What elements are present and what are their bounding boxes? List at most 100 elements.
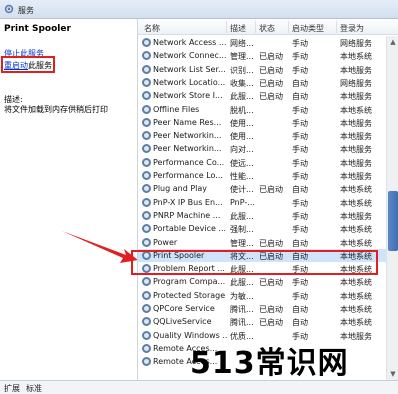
service-startup-type: 手动 (292, 52, 308, 62)
service-name: Protected Storage (153, 290, 226, 300)
service-name: QQLiveService (153, 317, 212, 327)
service-logon: 本地系统 (340, 238, 372, 248)
service-name: Portable Device ... (153, 224, 227, 234)
service-row[interactable]: Portable Device ... 强制... 手动 本地系统 (138, 222, 386, 235)
vertical-scrollbar[interactable]: ▲ ▼ (386, 36, 398, 380)
service-row[interactable]: Performance Co... 使远... 手动 本地服务 (138, 156, 386, 169)
service-description: 腾讯... (230, 305, 254, 314)
service-row[interactable]: Network Access ... 网络... 手动 网络服务 (138, 36, 386, 49)
tab-extended[interactable]: 扩展 (4, 383, 20, 394)
scroll-up-icon[interactable]: ▲ (387, 36, 398, 48)
restart-link-text[interactable]: 重启动 (4, 61, 28, 70)
service-row[interactable]: Plug and Play 使计... 已启动 自动 本地系统 (138, 182, 386, 195)
print-spooler-highlight (131, 250, 378, 275)
service-logon: 本地服务 (340, 118, 372, 128)
service-name: Peer Networkin... (153, 144, 222, 154)
service-gear-icon (142, 131, 151, 141)
service-row[interactable]: Network Store I... 此服... 已启动 自动 本地服务 (138, 89, 386, 102)
service-logon: 本地系统 (340, 225, 372, 235)
window-title: 服务 (18, 6, 34, 15)
service-gear-icon (142, 210, 151, 220)
service-name: Performance Lo... (153, 171, 223, 180)
service-gear-icon (142, 343, 151, 353)
service-name: Peer Networkin... (153, 131, 222, 141)
column-logon-as[interactable]: 登录为 (340, 23, 364, 34)
service-gear-icon (142, 91, 151, 101)
service-row[interactable]: Peer Networkin... 使用... 手动 本地服务 (138, 129, 386, 142)
service-logon: 本地系统 (340, 185, 372, 195)
service-gear-icon (142, 51, 151, 61)
service-row[interactable]: QQLiveService 腾讯... 已启动 自动 本地系统 (138, 315, 386, 328)
service-name: Offline Files (153, 104, 200, 114)
column-startup-type[interactable]: 启动类型 (292, 23, 324, 34)
scroll-down-icon[interactable]: ▼ (387, 368, 398, 380)
service-description: 强制... (230, 225, 254, 235)
service-gear-icon (142, 104, 151, 114)
service-row[interactable]: Protected Storage 为敏... 手动 本地系统 (138, 289, 386, 302)
service-description: 为敏... (230, 291, 254, 301)
service-row[interactable]: PnP-X IP Bus En... PnP-... 手动 本地系统 (138, 196, 386, 209)
service-row[interactable]: Performance Lo... 性能... 手动 本地服务 (138, 169, 386, 182)
service-description: 管理... (230, 52, 254, 62)
service-status: 已启动 (259, 52, 283, 62)
service-description: 此服... (230, 92, 254, 102)
red-arrow-annotation (62, 231, 138, 263)
column-description[interactable]: 描述 (230, 23, 246, 34)
service-row[interactable]: Power 管理... 已启动 自动 本地系统 (138, 236, 386, 249)
service-name: Program Compa... (153, 277, 226, 287)
service-row[interactable]: Network List Ser... 识别... 已启动 手动 本地服务 (138, 63, 386, 76)
service-status: 已启动 (259, 305, 283, 314)
column-status[interactable]: 状态 (259, 23, 275, 34)
service-startup-type: 手动 (292, 291, 308, 301)
service-detail-pane: Print Spooler 停止此服务 重启动此服务 描述: 将文件加载到内存供… (0, 19, 137, 380)
service-startup-type: 自动 (292, 92, 308, 102)
service-gear-icon (142, 237, 151, 247)
service-logon: 本地服务 (340, 158, 372, 168)
restart-service-link[interactable]: 重启动此服务 (4, 60, 52, 71)
service-logon: 本地系统 (340, 52, 372, 62)
service-status: 已启动 (259, 278, 283, 288)
service-logon: 本地服务 (340, 211, 372, 221)
service-status: 已启动 (259, 238, 283, 248)
service-startup-type: 自动 (292, 78, 308, 88)
service-row[interactable]: Peer Name Res... 使用... 手动 本地服务 (138, 116, 386, 129)
service-logon: 网络服务 (340, 39, 372, 48)
service-name: Network Store I... (153, 91, 223, 101)
service-row[interactable]: Peer Networkin... 向对... 手动 本地服务 (138, 142, 386, 155)
services-icon (4, 4, 14, 14)
service-description: 向对... (230, 145, 254, 155)
tab-standard[interactable]: 标准 (26, 383, 42, 394)
service-gear-icon (142, 317, 151, 327)
column-name[interactable]: 名称 (144, 23, 160, 34)
service-startup-type: 手动 (292, 278, 308, 288)
description-text: 将文件加载到内存供稍后打印 (4, 105, 108, 114)
service-startup-type: 自动 (292, 318, 308, 328)
service-description: 收集... (230, 78, 254, 88)
watermark: 513常识网 (190, 346, 349, 381)
service-gear-icon (142, 304, 151, 313)
service-startup-type: 手动 (292, 105, 308, 115)
service-name: Network List Ser... (153, 64, 226, 74)
service-status: 已启动 (259, 185, 283, 195)
service-description: 识别... (230, 65, 254, 75)
service-name-heading: Print Spooler (4, 24, 71, 34)
service-row[interactable]: QPCore Service 腾讯... 已启动 自动 本地系统 (138, 302, 386, 315)
service-row[interactable]: PNRP Machine ... 此服... 手动 本地服务 (138, 209, 386, 222)
service-row[interactable]: Offline Files 脱机... 手动 本地系统 (138, 103, 386, 116)
service-logon: 本地系统 (340, 291, 372, 301)
service-description: 使用... (230, 132, 254, 142)
service-logon: 本地系统 (340, 318, 372, 328)
service-gear-icon (142, 64, 151, 74)
service-logon: 本地服务 (340, 145, 372, 155)
service-status: 已启动 (259, 65, 283, 75)
scroll-thumb[interactable] (388, 191, 398, 251)
service-logon: 本地系统 (340, 305, 372, 314)
service-row[interactable]: Program Compa... 此服... 已启动 手动 本地系统 (138, 275, 386, 288)
restart-link-suffix: 此服务 (28, 61, 52, 70)
service-startup-type: 手动 (292, 39, 308, 48)
service-row[interactable]: Network Connec... 管理... 已启动 手动 本地系统 (138, 49, 386, 62)
service-row[interactable]: Network Locatio... 收集... 已启动 自动 网络服务 (138, 76, 386, 89)
service-name: Plug and Play (153, 184, 208, 194)
service-startup-type: 手动 (292, 198, 308, 208)
service-logon: 本地服务 (340, 65, 372, 75)
